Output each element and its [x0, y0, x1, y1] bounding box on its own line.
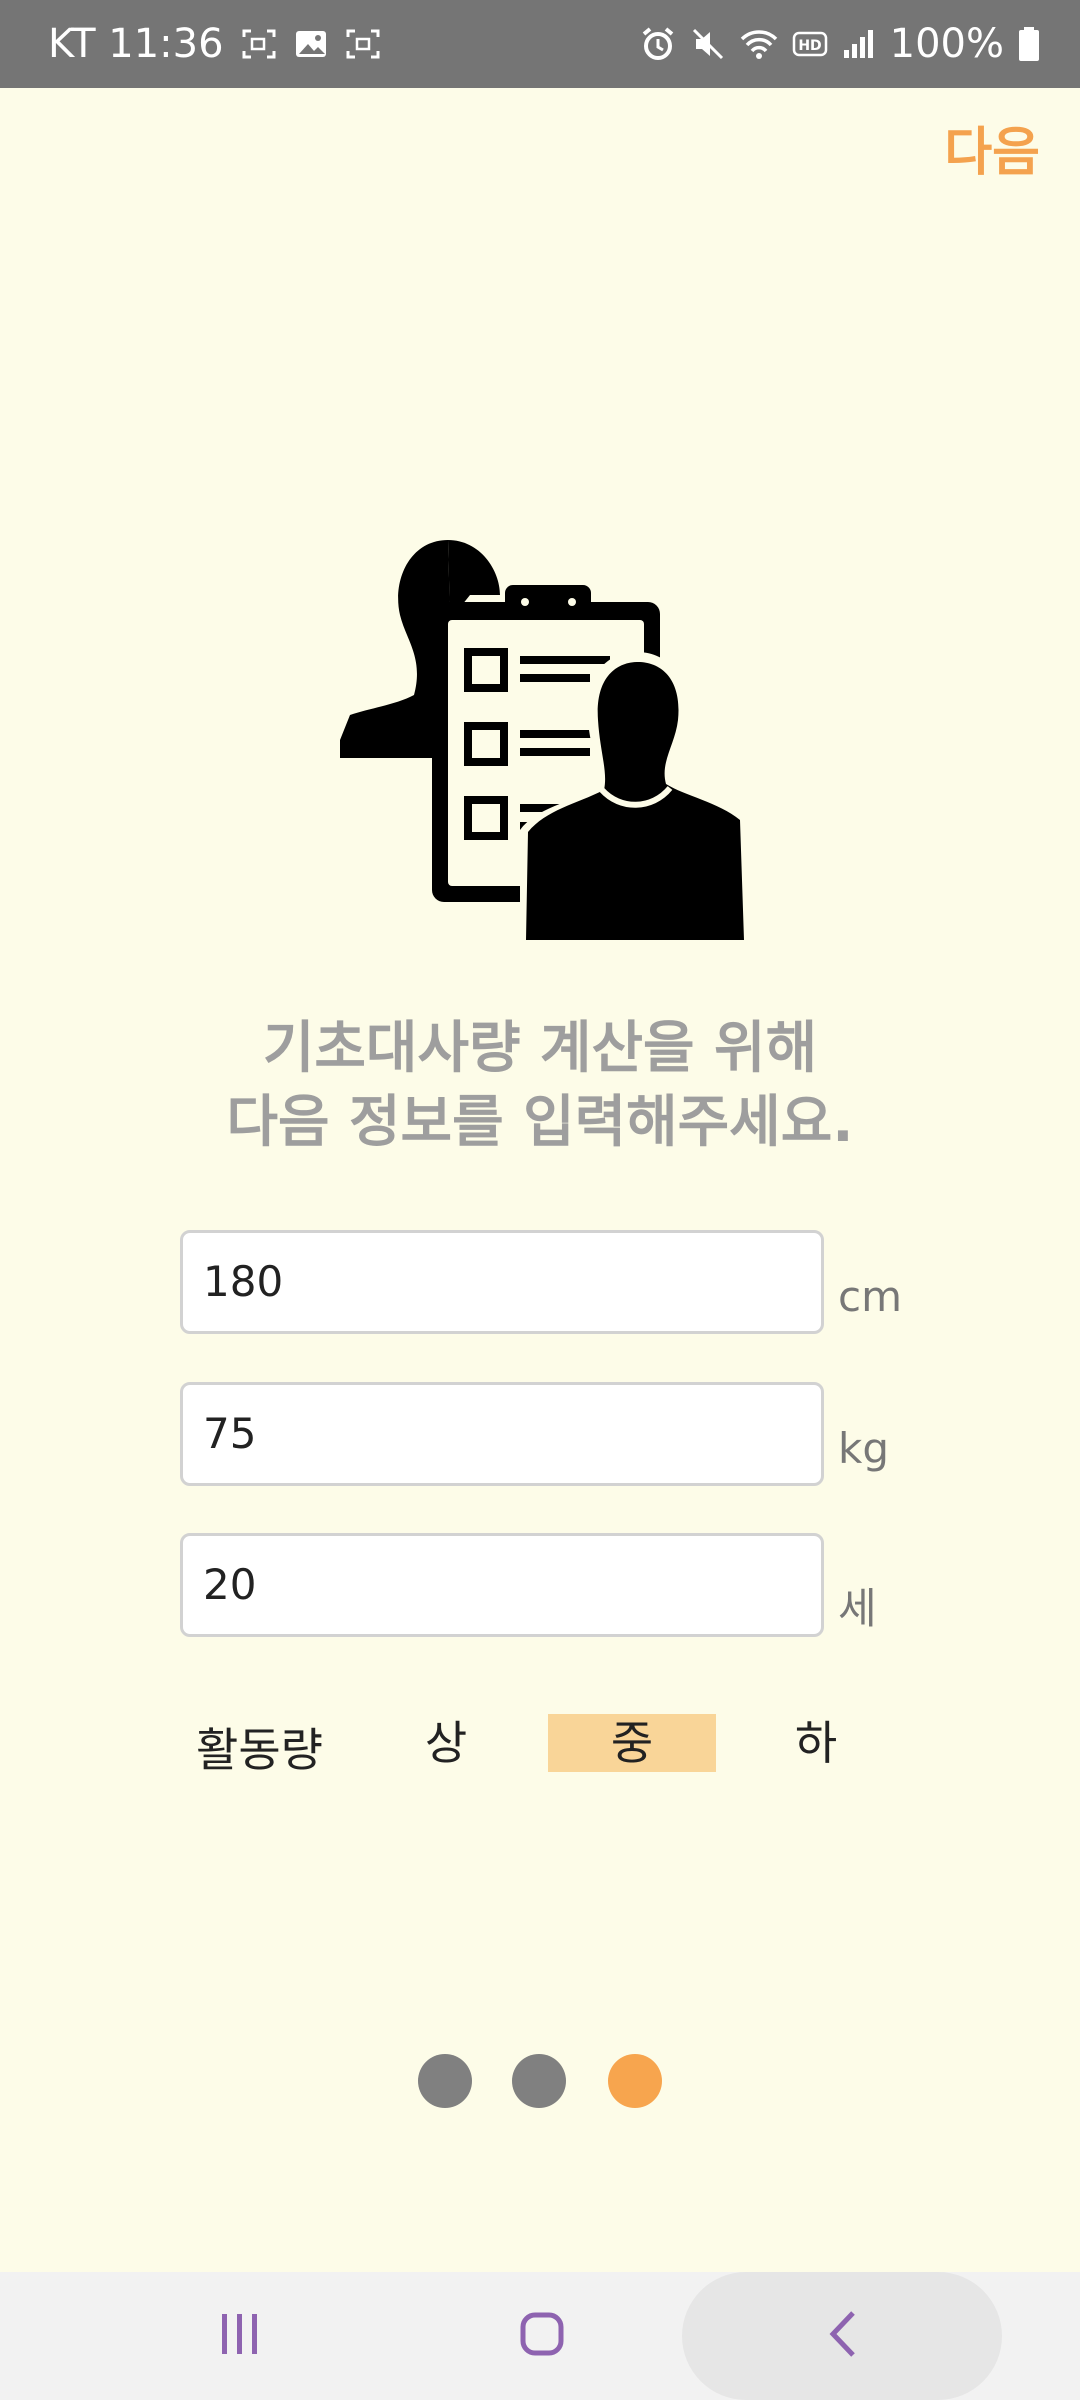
age-row: 20 세: [180, 1533, 920, 1641]
screenshot-icon: [346, 29, 380, 59]
home-button[interactable]: [482, 2272, 602, 2400]
activity-option-medium[interactable]: 중: [548, 1714, 716, 1772]
signal-icon: [842, 28, 876, 60]
recent-apps-icon: [220, 2312, 260, 2360]
status-bar: KT 11:36 HD 100%: [0, 0, 1080, 88]
instruction-line-2: 다음 정보를 입력해주세요.: [226, 1090, 854, 1155]
wifi-icon: [740, 27, 778, 61]
activity-option-high[interactable]: 상: [362, 1714, 530, 1772]
gallery-icon: [294, 29, 328, 59]
activity-selector: 활동량 상 중 하: [0, 1714, 1080, 1777]
carrier-time: KT 11:36: [48, 21, 224, 67]
instruction-line-1: 기초대사량 계산을 위해: [262, 1016, 818, 1081]
home-icon: [519, 2311, 565, 2361]
page-dot-3-active: [608, 2054, 662, 2108]
weight-unit: kg: [838, 1424, 889, 1473]
age-unit: 세: [838, 1584, 877, 1633]
mute-icon: [690, 26, 726, 62]
hd-voice-icon: HD: [792, 29, 828, 59]
clipboard-users-icon: [340, 540, 754, 940]
navigation-bar: [0, 2272, 1080, 2400]
activity-option-low[interactable]: 하: [732, 1714, 900, 1772]
back-icon: [825, 2309, 859, 2363]
weight-row: 75 kg: [180, 1382, 920, 1490]
alarm-icon: [640, 26, 676, 62]
age-input[interactable]: 20: [180, 1533, 824, 1637]
activity-label: 활동량: [196, 1723, 323, 1777]
svg-text:HD: HD: [798, 38, 821, 54]
height-row: 180 cm: [180, 1230, 920, 1338]
height-input[interactable]: 180: [180, 1230, 824, 1334]
recent-apps-button[interactable]: [180, 2272, 300, 2400]
back-button[interactable]: [782, 2272, 902, 2400]
instruction-text: 기초대사량 계산을 위해 다음 정보를 입력해주세요.: [0, 1012, 1080, 1160]
page-dot-2: [512, 2054, 566, 2108]
battery-icon: [1018, 26, 1040, 62]
page-dot-1: [418, 2054, 472, 2108]
weight-input[interactable]: 75: [180, 1382, 824, 1486]
battery-percent: 100%: [889, 21, 1004, 67]
height-unit: cm: [838, 1272, 903, 1321]
screen-record-icon: [242, 29, 276, 59]
next-button[interactable]: 다음: [944, 110, 1040, 185]
